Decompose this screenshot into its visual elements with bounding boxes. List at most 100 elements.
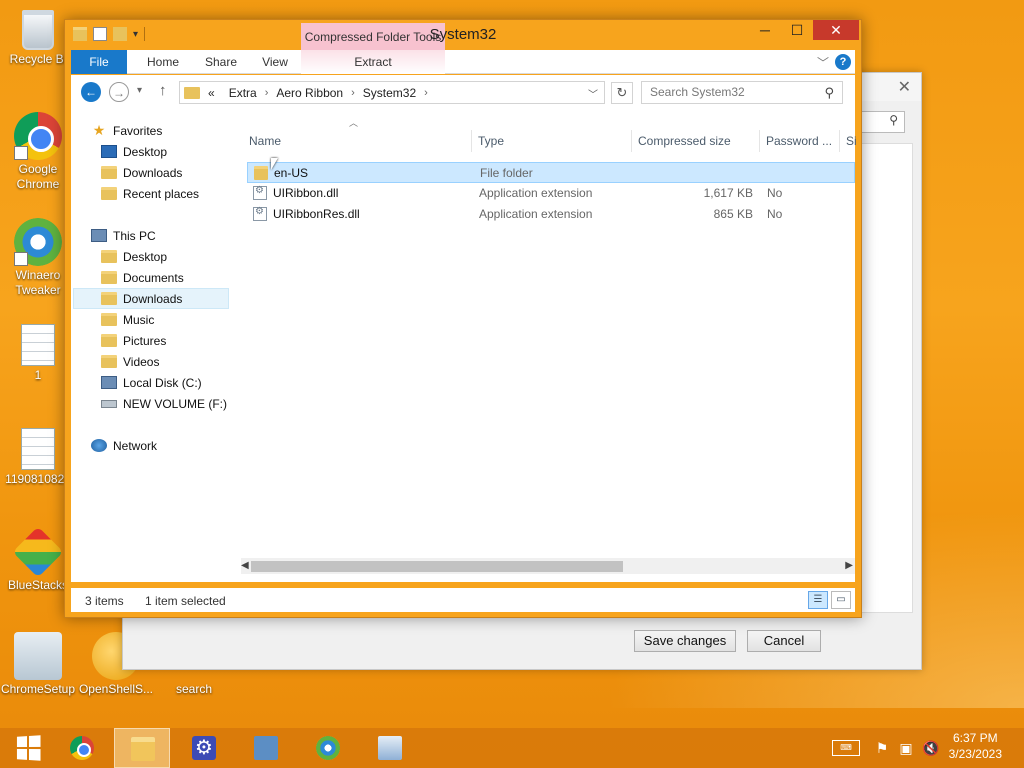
nav-fav-recent[interactable]: Recent places (101, 183, 199, 204)
address-dropdown-icon[interactable]: ﹀ (588, 86, 598, 101)
breadcrumb-item[interactable]: Aero Ribbon (276, 86, 343, 100)
document-icon (21, 324, 55, 366)
nav-fav-desktop[interactable]: Desktop (101, 141, 167, 162)
search-icon: ⚲ (889, 113, 898, 127)
file-name: UIRibbonRes.dll (273, 207, 360, 221)
table-row[interactable]: UIRibbonRes.dll Application extension 86… (247, 204, 855, 225)
column-header-password[interactable]: Password ... (766, 134, 832, 148)
tab-extract[interactable]: Extract (301, 50, 445, 74)
network-status-icon[interactable]: ▣ (898, 740, 914, 756)
desktop-icon-chromesetup[interactable]: ChromeSetup (0, 632, 76, 697)
table-row[interactable]: en-US File folder (247, 162, 855, 183)
nav-label: Videos (123, 354, 160, 369)
mouse-cursor (271, 158, 278, 170)
close-button[interactable]: ✕ (813, 20, 859, 40)
address-row: ← → ▾ ↑ « Extra › Aero Ribbon › System32… (71, 75, 855, 110)
recent-places-icon (101, 187, 117, 200)
large-icons-view-icon[interactable]: ▭ (831, 591, 851, 609)
column-divider[interactable] (759, 130, 760, 152)
address-bar[interactable]: « Extra › Aero Ribbon › System32 › ﹀ (179, 81, 605, 104)
dll-icon (253, 206, 267, 221)
recent-locations-dropdown[interactable]: ▾ (137, 85, 142, 96)
search-placeholder: Search System32 (650, 85, 745, 99)
breadcrumb-item[interactable]: Extra (229, 86, 257, 100)
taskbar-winaero[interactable] (300, 728, 356, 768)
nav-pc-local-disk[interactable]: Local Disk (C:) (101, 372, 202, 393)
nav-pc-desktop[interactable]: Desktop (101, 246, 167, 267)
file-name: UIRibbon.dll (273, 186, 339, 200)
desktop-folder-icon (101, 250, 117, 263)
refresh-button[interactable]: ↻ (611, 82, 633, 104)
taskbar-remote-desktop[interactable] (362, 728, 418, 768)
taskbar-chrome[interactable] (54, 728, 110, 768)
back-button[interactable]: ← (81, 82, 101, 102)
nav-pc-documents[interactable]: Documents (101, 267, 184, 288)
windows-drive-icon (101, 376, 117, 389)
breadcrumb-item[interactable]: System32 (363, 86, 416, 100)
breadcrumb-overflow[interactable]: « (208, 86, 215, 100)
search-input[interactable]: Search System32 ⚲ (641, 81, 843, 104)
scrollbar-thumb[interactable] (251, 561, 623, 572)
column-divider[interactable] (471, 130, 472, 152)
titlebar[interactable]: ▾ Compressed Folder Tools System32 ─ ☐ ✕ (65, 20, 861, 51)
nav-label: Pictures (123, 333, 167, 348)
close-icon[interactable]: ✕ (898, 77, 911, 97)
keyboard-icon[interactable]: ⌨ (832, 740, 860, 756)
downloads-folder-icon (101, 292, 117, 305)
forward-button[interactable]: → (109, 82, 129, 102)
search-icon: ⚲ (824, 85, 834, 100)
nav-label: Desktop (123, 144, 168, 159)
tab-file[interactable]: File (71, 50, 127, 74)
save-changes-button[interactable]: Save changes (634, 630, 736, 652)
drive-icon (101, 399, 117, 408)
nav-network[interactable]: Network (91, 435, 157, 456)
details-view-icon[interactable]: ☰ (808, 591, 828, 609)
column-header-type[interactable]: Type (478, 134, 504, 148)
nav-fav-downloads[interactable]: Downloads (101, 162, 182, 183)
chevron-right-icon[interactable]: › (351, 87, 355, 99)
column-header-name[interactable]: Name (249, 134, 281, 148)
taskbar-file-explorer[interactable] (114, 728, 170, 768)
system-tray: ⌨ ⚑ ▣ 🔇 6:37 PM 3/23/2023 (820, 728, 1024, 768)
expand-ribbon-icon[interactable]: ﹀ (817, 54, 829, 71)
tab-share[interactable]: Share (193, 50, 249, 74)
nav-label: Downloads (123, 165, 183, 180)
scroll-right-icon[interactable]: ▶ (845, 558, 853, 574)
background-search-box[interactable]: ⚲ (861, 111, 905, 133)
windows-logo-icon (16, 735, 41, 761)
volume-muted-icon[interactable]: 🔇 (922, 740, 939, 756)
tab-view[interactable]: View (251, 50, 299, 74)
tab-home[interactable]: Home (135, 50, 191, 74)
help-icon[interactable]: ? (835, 54, 851, 70)
nav-pc-music[interactable]: Music (101, 309, 154, 330)
clock[interactable]: 6:37 PM 3/23/2023 (949, 730, 1002, 762)
cancel-button[interactable]: Cancel (747, 630, 821, 652)
nav-pc-pictures[interactable]: Pictures (101, 330, 166, 351)
column-header-compressed-size[interactable]: Compressed size (638, 134, 731, 148)
nav-pc-videos[interactable]: Videos (101, 351, 159, 372)
column-divider[interactable] (631, 130, 632, 152)
chevron-right-icon[interactable]: › (424, 87, 428, 99)
nav-label: Music (123, 312, 155, 327)
taskbar-settings[interactable]: ⚙ (176, 728, 232, 768)
nav-favorites[interactable]: ★ Favorites (91, 120, 163, 141)
column-header-size[interactable]: Si (846, 134, 857, 148)
nav-this-pc[interactable]: This PC (91, 225, 156, 246)
up-button[interactable]: ↑ (159, 82, 167, 99)
nav-pc-new-volume[interactable]: NEW VOLUME (F:) (101, 393, 227, 414)
scroll-left-icon[interactable]: ◀ (241, 558, 249, 574)
start-button[interactable] (0, 728, 56, 768)
flag-icon[interactable]: ⚑ (874, 740, 890, 756)
column-divider[interactable] (839, 130, 840, 152)
maximize-button[interactable]: ☐ (783, 20, 811, 40)
chevron-right-icon[interactable]: › (265, 87, 269, 99)
taskbar-network-control[interactable] (238, 728, 294, 768)
item-count: 3 items (85, 594, 124, 608)
file-explorer-icon (131, 737, 155, 761)
horizontal-scrollbar[interactable]: ◀ ▶ (241, 558, 855, 574)
nav-pc-downloads[interactable]: Downloads (73, 288, 229, 309)
videos-folder-icon (101, 355, 117, 368)
table-row[interactable]: UIRibbon.dll Application extension 1,617… (247, 183, 855, 204)
minimize-button[interactable]: ─ (751, 20, 779, 40)
nav-label: Desktop (123, 249, 168, 264)
